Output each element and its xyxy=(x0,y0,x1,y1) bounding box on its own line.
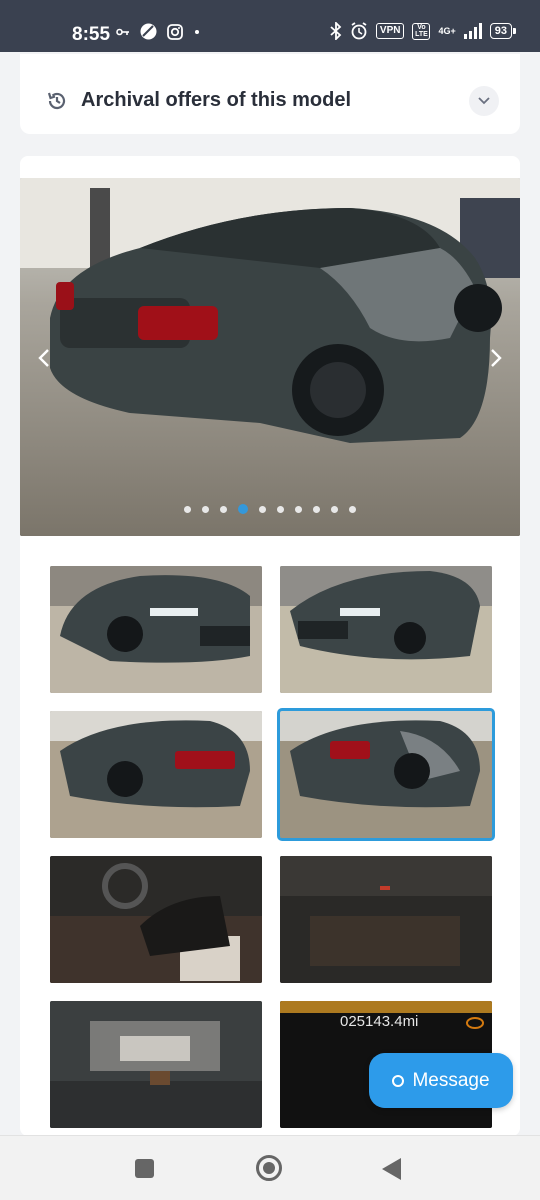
recents-button[interactable] xyxy=(135,1159,154,1178)
thumbnail-interior-rear[interactable] xyxy=(280,856,492,983)
signal-icon xyxy=(463,23,482,39)
key-icon xyxy=(116,28,129,35)
status-left-icons xyxy=(116,23,201,40)
home-button[interactable] xyxy=(256,1155,282,1181)
pagination-dot[interactable] xyxy=(259,505,266,513)
back-button[interactable] xyxy=(382,1158,401,1180)
status-bar: 8:55 VPN Vo LTE 4G+ 93 xyxy=(0,0,540,52)
pagination-dot[interactable] xyxy=(349,505,356,513)
pagination-dot-active[interactable] xyxy=(238,504,248,514)
pagination-dot[interactable] xyxy=(220,505,227,513)
bluetooth-icon xyxy=(330,22,342,40)
history-icon xyxy=(47,92,66,110)
expand-button[interactable] xyxy=(469,86,499,116)
pagination-dot[interactable] xyxy=(313,505,320,513)
photo-pagination-dots xyxy=(20,504,520,514)
odometer-reading: 025143.4mi xyxy=(340,1013,418,1030)
system-nav-bar xyxy=(0,1135,540,1200)
message-button-label: Message xyxy=(412,1069,490,1091)
vpn-badge: VPN xyxy=(375,23,405,39)
instagram-icon xyxy=(167,23,183,40)
pagination-dot[interactable] xyxy=(277,505,284,513)
prev-photo-button[interactable] xyxy=(32,344,56,372)
chevron-left-icon xyxy=(38,349,49,367)
archival-offers-card[interactable]: Archival offers of this model xyxy=(20,54,520,134)
status-right-icons: VPN Vo LTE 4G+ 93 xyxy=(330,22,517,40)
thumbnail-front-right[interactable] xyxy=(280,566,492,693)
main-photo[interactable] xyxy=(20,178,520,536)
chevron-down-icon xyxy=(478,97,490,105)
battery-icon: 93 xyxy=(489,23,517,39)
page-content: Archival offers of this model 025143.4mi xyxy=(0,52,540,1135)
thumbnail-interior-front[interactable] xyxy=(50,856,262,983)
gallery-card: 025143.4mi xyxy=(20,156,520,1135)
thumbnail-rear-left[interactable] xyxy=(50,711,262,838)
network-label: 4G+ xyxy=(438,26,456,36)
message-button[interactable]: Message xyxy=(369,1053,513,1108)
no-disturb-icon xyxy=(140,23,157,40)
dot-icon xyxy=(195,29,199,34)
thumbnail-engine-bay[interactable] xyxy=(50,1001,262,1128)
pagination-dot[interactable] xyxy=(184,505,191,513)
status-time: 8:55 xyxy=(72,24,111,45)
archival-offers-title: Archival offers of this model xyxy=(81,89,352,111)
next-photo-button[interactable] xyxy=(484,344,508,372)
pagination-dot[interactable] xyxy=(295,505,302,513)
pagination-dot[interactable] xyxy=(331,505,338,513)
thumbnail-front-left[interactable] xyxy=(50,566,262,693)
message-icon xyxy=(392,1074,405,1087)
thumbnail-rear-right-damage[interactable] xyxy=(277,708,495,841)
alarm-icon xyxy=(351,22,367,40)
pagination-dot[interactable] xyxy=(202,505,209,513)
car-photo-rear-damaged xyxy=(20,178,520,536)
volte-badge: Vo LTE xyxy=(412,22,431,40)
chevron-right-icon xyxy=(491,349,502,367)
